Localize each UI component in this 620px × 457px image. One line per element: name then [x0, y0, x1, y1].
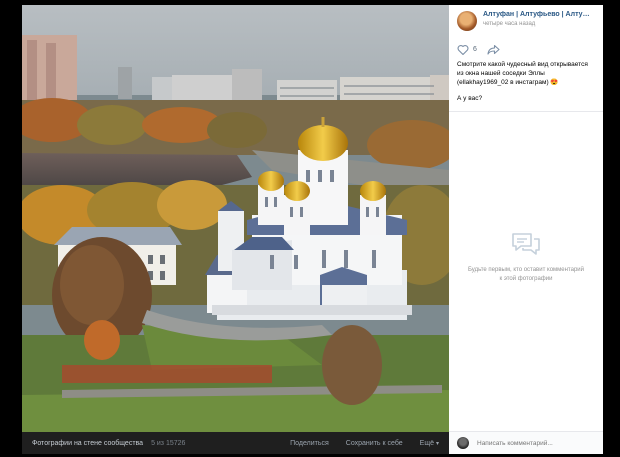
- album-link[interactable]: Фотографии на стене сообщества: [32, 440, 143, 447]
- avatar[interactable]: [457, 11, 477, 31]
- no-comments-text: Будьте первым, кто оставит комментарий к…: [467, 267, 584, 282]
- post-author: Алтуфан | Алтуфьево | Алтушка | С... чет…: [449, 5, 603, 39]
- author-text: Алтуфан | Алтуфьево | Алтушка | С... чет…: [483, 11, 595, 27]
- my-avatar: [457, 437, 469, 449]
- no-comments: Будьте первым, кто оставит комментарий к…: [449, 231, 603, 284]
- post-text: Смотрите какой чудесный вид открывается …: [449, 55, 603, 87]
- share-action[interactable]: Поделиться: [290, 440, 329, 447]
- heart-icon: [457, 44, 469, 55]
- like-count: 6: [473, 45, 477, 53]
- photo-counter: 5 из 15726: [151, 439, 186, 447]
- photo-viewer: Фотографии на стене сообщества 5 из 1572…: [0, 0, 620, 457]
- church-aerial-photo: [22, 5, 449, 432]
- smile-emoji: 😍: [550, 79, 559, 86]
- post-actions: 6: [449, 39, 603, 55]
- post-body: Смотрите какой чудесный вид открывается …: [457, 61, 588, 86]
- post-sidebar: Алтуфан | Алтуфьево | Алтушка | С... чет…: [449, 5, 603, 454]
- author-name[interactable]: Алтуфан | Алтуфьево | Алтушка | С...: [483, 11, 595, 18]
- save-action[interactable]: Сохранить к себе: [346, 440, 403, 447]
- post-time[interactable]: четыре часа назад: [483, 21, 595, 27]
- photo-bottom-bar: Фотографии на стене сообщества 5 из 1572…: [22, 432, 449, 454]
- more-action[interactable]: Ещё ▾: [420, 440, 439, 447]
- chevron-down-icon: ▾: [435, 440, 439, 447]
- share-button[interactable]: [487, 44, 500, 55]
- share-arrow-icon: [487, 44, 500, 55]
- post-question: А у вас?: [457, 95, 483, 102]
- photo[interactable]: [22, 5, 449, 432]
- divider: [449, 111, 603, 112]
- comment-composer: [449, 431, 603, 454]
- comment-input[interactable]: [477, 439, 587, 447]
- more-label: Ещё: [419, 439, 434, 447]
- speech-bubbles-icon: [512, 233, 540, 255]
- like-button[interactable]: 6: [457, 44, 477, 55]
